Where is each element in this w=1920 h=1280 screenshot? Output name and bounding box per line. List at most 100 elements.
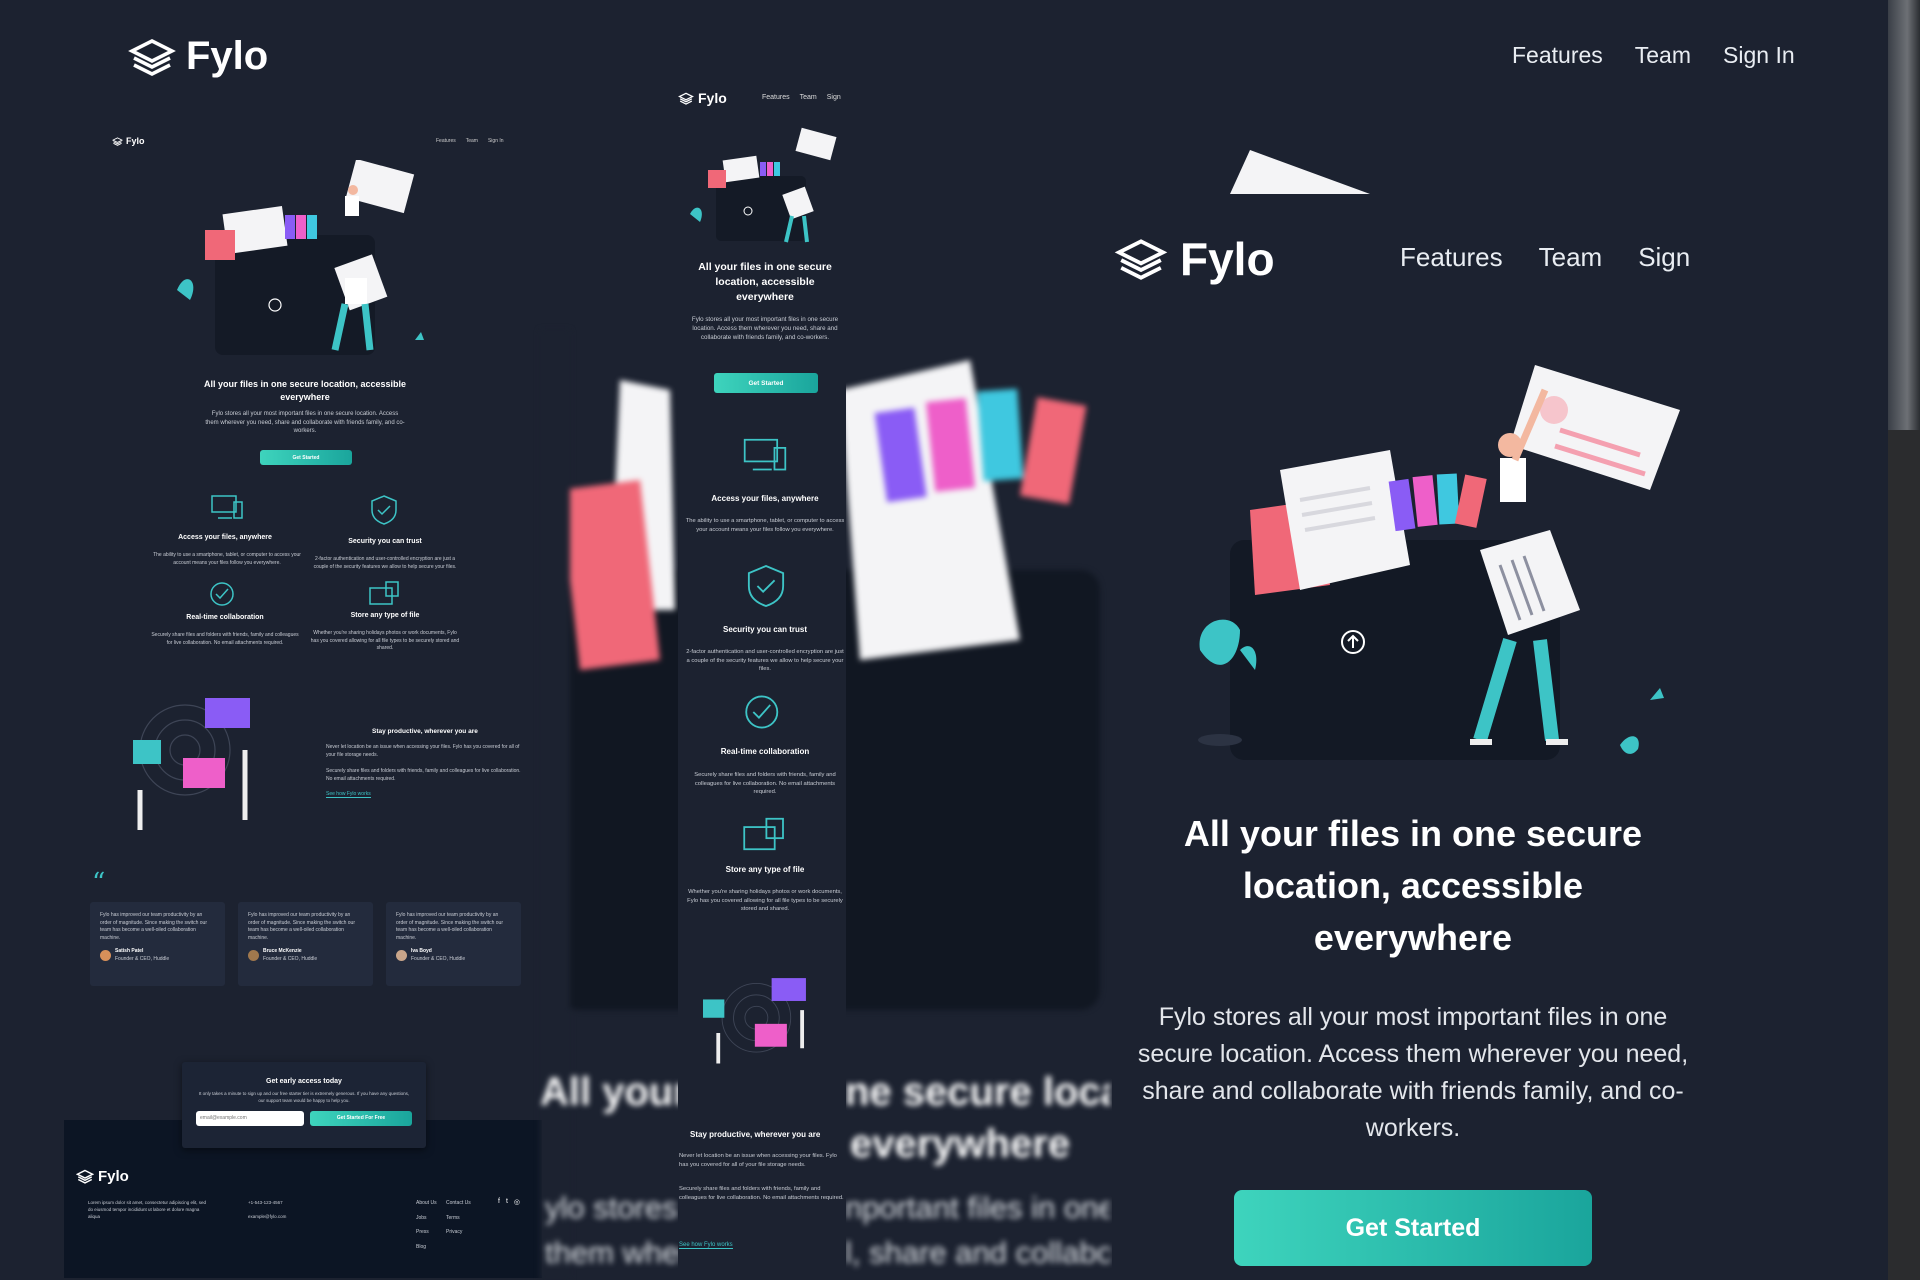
zoom-hero-title: All your files in one secure location, a… [1140, 808, 1686, 964]
mobile-productive-title: Stay productive, wherever you are [690, 1130, 821, 1139]
mobile-productive-p2: Securely share files and folders with fr… [679, 1186, 844, 1201]
mobile-feature-text-1: The ability to use a smartphone, tablet,… [685, 518, 845, 533]
paper-shard-shape [1230, 150, 1370, 194]
mock-hero-title: All your files in one secure location, a… [203, 379, 407, 402]
mock-footer-phone: +1-543-123-4567 [248, 1200, 283, 1205]
nav-team[interactable]: Team [1635, 42, 1691, 69]
mock-testimonial-card-1: Fylo has improved our team productivity … [90, 902, 225, 986]
zoom-nav-team[interactable]: Team [1539, 242, 1603, 273]
mock-testimonial-quote: Fylo has improved our team productivity … [396, 912, 503, 941]
zoom-nav-features[interactable]: Features [1400, 242, 1503, 273]
mock-access-button[interactable]: Get Started For Free [310, 1110, 412, 1126]
shield-icon [371, 495, 397, 525]
mobile-nav-sign[interactable]: Sign [827, 94, 841, 101]
footer-link[interactable]: Privacy [446, 1229, 471, 1237]
avatar [396, 950, 407, 961]
mobile-nav-team[interactable]: Team [800, 94, 817, 101]
zoom-nav: Features Team Sign [1400, 242, 1690, 273]
mock-feature-text-3: Securely share files and folders with fr… [151, 632, 299, 646]
mobile-nav-features[interactable]: Features [762, 94, 790, 101]
top-logo-text: Fylo [186, 34, 269, 78]
mock-logo: Fylo [112, 136, 145, 146]
blur-title-3: everywhere [850, 1122, 1071, 1166]
mock-footer-col1: About Us Jobs Press Blog [416, 1200, 437, 1251]
zoom-hero-sub-line-2: secure location. Access them wherever yo… [1137, 1040, 1689, 1068]
mock-hero-sub: Fylo stores all your most important file… [205, 411, 405, 435]
footer-link[interactable]: Blog [416, 1244, 437, 1252]
footer-link[interactable]: Contact Us [446, 1200, 471, 1208]
testimonial-name: Iva Boyd [411, 948, 432, 954]
devices-icon [743, 438, 787, 471]
mobile-hero-title: All your files in one secure location, a… [698, 261, 832, 303]
nav-features[interactable]: Features [1512, 42, 1603, 69]
facebook-icon[interactable]: f [498, 1198, 500, 1206]
stage-edge-shadow [1888, 430, 1920, 1280]
mock-feature-title-2: Security you can trust [348, 538, 422, 545]
instagram-icon[interactable]: ◎ [514, 1198, 520, 1206]
mock-quote-mark: “ [92, 868, 106, 898]
zoom-hero-sub-line-3: share and collaborate with friends famil… [1142, 1077, 1684, 1105]
mock-productive-title: Stay productive, wherever you are [372, 728, 478, 735]
mobile-hero-illustration [690, 127, 837, 243]
mobile-feature-title-4: Store any type of file [725, 865, 805, 874]
fylo-logo-icon [1114, 239, 1168, 280]
mobile-nav: Features Team Sign [762, 94, 841, 101]
mock-testimonial-quote: Fylo has improved our team productivity … [248, 912, 355, 941]
nav-signin[interactable]: Sign In [1723, 42, 1795, 69]
collaboration-icon [210, 582, 234, 606]
mobile-hero-sub: Fylo stores all your most important file… [691, 316, 839, 341]
mock-feature-text-2: 2-factor authentication and user-control… [313, 556, 457, 570]
mock-productive-p2: Securely share files and folders with fr… [326, 768, 521, 782]
mock-footer-logo: Fylo [76, 1168, 129, 1185]
zoom-hero-sub-line-1: Fylo stores all your most important file… [1158, 1003, 1668, 1031]
footer-link[interactable]: Press [416, 1229, 437, 1237]
testimonial-name: Bruce McKenzie [263, 948, 302, 954]
zoom-nav-sign[interactable]: Sign [1638, 242, 1690, 273]
blur-sub-3: nportant files in one s [845, 1190, 1110, 1225]
top-logo[interactable]: Fylo [128, 34, 268, 79]
mock-hero-cta[interactable]: Get Started [260, 450, 352, 465]
mobile-logo-text: Fylo [698, 90, 727, 106]
mobile-feature-title-1: Access your files, anywhere [711, 494, 819, 503]
mock-footer-logo-text: Fylo [98, 1168, 129, 1185]
mock-productive-p1: Never let location be an issue when acce… [326, 744, 520, 758]
mock-hero-illustration [177, 160, 424, 355]
get-started-button[interactable]: Get Started [1234, 1190, 1592, 1266]
folder-files-icon [369, 581, 399, 605]
mock-nav-team[interactable]: Team [466, 138, 478, 144]
mobile-logo: Fylo [678, 90, 727, 106]
zoom-hero-title-line-3: everywhere [1313, 917, 1513, 958]
mock-feature-title-3: Real-time collaboration [186, 614, 264, 621]
mock-testimonial-card-3: Fylo has improved our team productivity … [386, 902, 521, 986]
avatar [100, 950, 111, 961]
mock-logo-text: Fylo [126, 136, 145, 146]
footer-link[interactable]: Jobs [416, 1215, 437, 1223]
mobile-feature-title-2: Security you can trust [722, 625, 808, 634]
mock-feature-title-4: Store any type of file [350, 612, 420, 619]
mobile-feature-text-4: Whether you're sharing holidays photos o… [687, 889, 843, 913]
twitter-icon[interactable]: t [506, 1198, 508, 1206]
testimonial-role: Founder & CEO, Huddle [115, 955, 170, 962]
mock-productive-link[interactable]: See how Fylo works [326, 791, 371, 798]
testimonial-name: Satish Patel [115, 948, 144, 954]
mock-social: f t ◎ [498, 1198, 520, 1206]
footer-link[interactable]: About Us [416, 1200, 437, 1208]
mock-footer-col2: Contact Us Terms Privacy [446, 1200, 471, 1237]
mock-feature-text-1: The ability to use a smartphone, tablet,… [153, 552, 301, 566]
zoom-logo[interactable]: Fylo [1114, 232, 1275, 286]
top-nav: Features Team Sign In [1480, 42, 1795, 69]
avatar [248, 950, 259, 961]
mobile-productive-link[interactable]: See how Fylo works [679, 1242, 733, 1249]
devices-icon [211, 495, 243, 519]
mock-nav-signin[interactable]: Sign In [488, 138, 504, 144]
mobile-hero-cta[interactable]: Get Started [714, 373, 818, 393]
mock-feature-text-4: Whether you're sharing holidays photos o… [310, 630, 460, 651]
mock-nav-features[interactable]: Features [436, 138, 456, 144]
fylo-logo-icon [678, 92, 694, 105]
mock-email-input[interactable] [196, 1110, 304, 1126]
footer-link[interactable]: Terms [446, 1215, 471, 1223]
folder-files-icon [743, 817, 784, 851]
testimonial-role: Founder & CEO, Huddle [263, 955, 318, 962]
blur-title-1: All your [540, 1070, 689, 1114]
mock-feature-title-1: Access your files, anywhere [178, 534, 272, 541]
